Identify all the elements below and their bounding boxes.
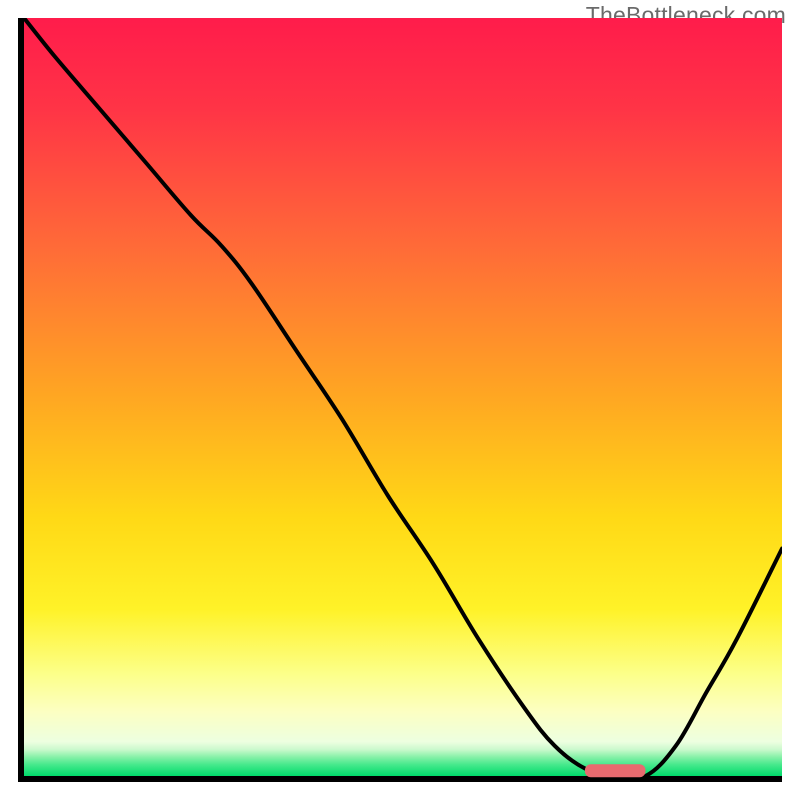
optimal-zone-marker bbox=[585, 764, 646, 777]
plot-area bbox=[18, 18, 782, 782]
gradient-fill bbox=[24, 18, 782, 776]
chart-svg bbox=[18, 18, 782, 782]
chart-root: TheBottleneck.com bbox=[0, 0, 800, 800]
